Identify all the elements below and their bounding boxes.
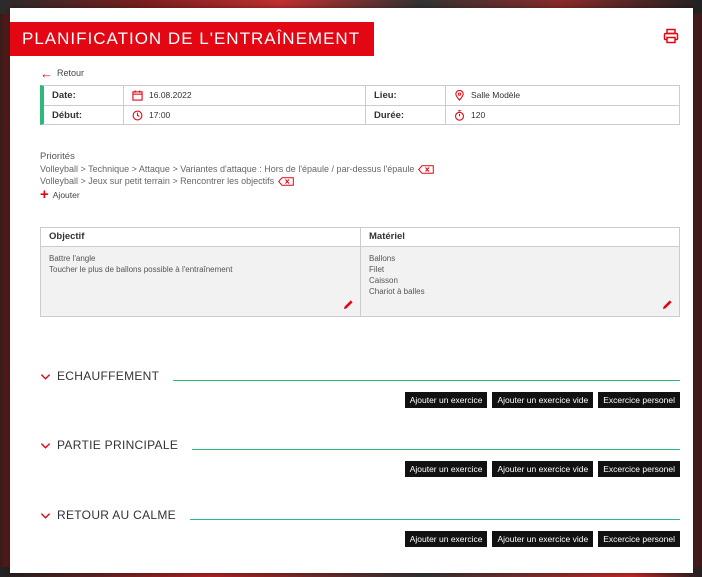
personal-exercise-button[interactable]: Excercice personel — [598, 461, 680, 477]
duration-value: 120 — [471, 110, 486, 120]
place-value: Salle Modèle — [471, 90, 521, 100]
add-exercise-button[interactable]: Ajouter un exercice — [404, 531, 488, 547]
objective-list: Battre l'angle Toucher le plus de ballon… — [41, 247, 360, 275]
delete-tag-icon[interactable] — [278, 176, 294, 186]
section-title: PARTIE PRINCIPALE — [57, 438, 179, 452]
page-title: PLANIFICATION DE L'ENTRAÎNEMENT — [10, 22, 375, 56]
back-label: Retour — [57, 68, 85, 78]
section-actions: Ajouter un exercice Ajouter un exercice … — [40, 461, 680, 477]
arrow-left-icon: ← — [40, 65, 53, 81]
priorities-block: Priorités Volleyball > Technique > Attaq… — [40, 151, 435, 203]
section-header[interactable]: PARTIE PRINCIPALE — [40, 437, 680, 453]
add-exercise-button[interactable]: Ajouter un exercice — [404, 392, 488, 408]
add-exercise-button[interactable]: Ajouter un exercice — [404, 461, 488, 477]
personal-exercise-button[interactable]: Excercice personel — [598, 392, 680, 408]
priority-item: Volleyball > Technique > Attaque > Varia… — [40, 163, 435, 175]
start-value: 17:00 — [149, 110, 171, 120]
priority-text: Volleyball > Technique > Attaque > Varia… — [40, 164, 415, 174]
material-column: Matériel Ballons Filet Caisson Chariot à… — [361, 228, 679, 316]
start-cell[interactable]: 17:00 — [124, 106, 366, 125]
section-actions: Ajouter un exercice Ajouter un exercice … — [40, 392, 680, 408]
section-divider — [173, 379, 680, 381]
place-cell[interactable]: Salle Modèle — [446, 86, 679, 105]
add-empty-exercise-button[interactable]: Ajouter un exercice vide — [492, 531, 594, 547]
material-item: Filet — [369, 265, 385, 274]
personal-exercise-button[interactable]: Excercice personel — [598, 531, 680, 547]
date-label: Date: — [44, 86, 124, 105]
section-title: RETOUR AU CALME — [57, 508, 176, 522]
training-plan-panel: PLANIFICATION DE L'ENTRAÎNEMENT ← Retour… — [10, 8, 693, 573]
objectives-materials-box: Objectif Battre l'angle Toucher le plus … — [40, 227, 680, 317]
priority-text: Volleyball > Jeux sur petit terrain > Re… — [40, 176, 275, 186]
objective-item: Toucher le plus de ballons possible à l'… — [49, 265, 233, 274]
add-priority-button[interactable]: + Ajouter — [40, 186, 434, 203]
start-label: Début: — [44, 106, 124, 125]
date-cell[interactable]: 16.08.2022 — [124, 86, 366, 105]
date-value: 16.08.2022 — [149, 90, 192, 100]
plus-icon: + — [40, 186, 49, 203]
section-title: ECHAUFFEMENT — [57, 369, 160, 383]
back-link[interactable]: ← Retour — [40, 65, 85, 81]
section-divider — [192, 448, 680, 450]
material-item: Caisson — [369, 276, 398, 285]
info-row-time: Début: 17:00 Durée: 120 — [44, 106, 679, 125]
chevron-down-icon[interactable] — [40, 371, 51, 382]
section-warmup: ECHAUFFEMENT Ajouter un exercice Ajouter… — [40, 368, 680, 408]
material-item: Chariot à balles — [369, 287, 425, 296]
section-main-part: PARTIE PRINCIPALE Ajouter un exercice Aj… — [40, 437, 680, 477]
calendar-icon — [132, 90, 143, 101]
material-header: Matériel — [361, 228, 679, 247]
section-header[interactable]: RETOUR AU CALME — [40, 507, 680, 523]
material-list: Ballons Filet Caisson Chariot à balles — [361, 247, 679, 297]
printer-icon[interactable] — [663, 28, 679, 44]
clock-icon — [132, 110, 143, 121]
session-info-table: Date: 16.08.2022 Lieu: Salle Modèle Débu… — [40, 85, 680, 125]
add-empty-exercise-button[interactable]: Ajouter un exercice vide — [492, 392, 594, 408]
objective-header: Objectif — [41, 228, 360, 247]
info-row-date: Date: 16.08.2022 Lieu: Salle Modèle — [44, 86, 679, 106]
stopwatch-icon — [455, 110, 464, 121]
duration-label: Durée: — [366, 106, 446, 125]
delete-tag-icon[interactable] — [418, 164, 435, 174]
chevron-down-icon[interactable] — [40, 440, 51, 451]
place-label: Lieu: — [366, 86, 446, 105]
add-priority-label: Ajouter — [52, 190, 80, 200]
chevron-down-icon[interactable] — [40, 510, 51, 521]
section-divider — [189, 518, 680, 520]
pencil-icon[interactable] — [343, 299, 354, 310]
section-cooldown: RETOUR AU CALME Ajouter un exercice Ajou… — [40, 507, 680, 547]
material-item: Ballons — [369, 254, 396, 263]
duration-cell[interactable]: 120 — [446, 106, 679, 125]
objective-item: Battre l'angle — [49, 254, 96, 263]
section-actions: Ajouter un exercice Ajouter un exercice … — [40, 531, 680, 547]
add-empty-exercise-button[interactable]: Ajouter un exercice vide — [492, 461, 594, 477]
pencil-icon[interactable] — [662, 299, 673, 310]
priority-item: Volleyball > Jeux sur petit terrain > Re… — [40, 175, 434, 187]
objective-column: Objectif Battre l'angle Toucher le plus … — [41, 228, 361, 316]
location-pin-icon — [455, 90, 464, 101]
section-header[interactable]: ECHAUFFEMENT — [40, 368, 680, 384]
priorities-heading: Priorités — [40, 151, 75, 162]
